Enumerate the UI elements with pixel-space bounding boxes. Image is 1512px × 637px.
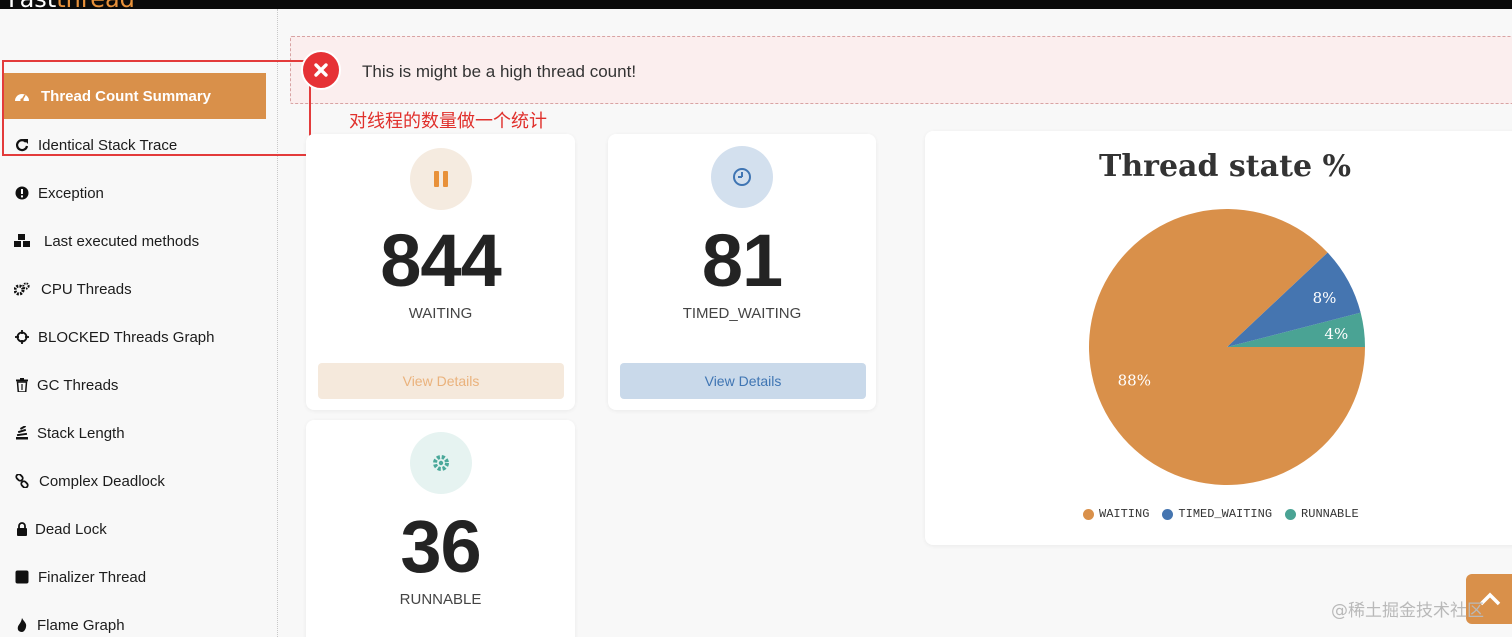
sidebar-item-exception[interactable]: Exception [0,170,278,216]
timed-waiting-card: 81 TIMED_WAITING View Details [608,134,876,410]
sidebar-item-gc-threads[interactable]: GC Threads [0,362,278,408]
sidebar-item-label: Flame Graph [37,616,125,634]
sidebar-item-label: Last executed methods [44,232,200,250]
thread-state-chart-card: Thread state % 4% 8% 88% WAITING TIMED_WAI… [925,131,1512,545]
sidebar-item-label: Dead Lock [35,520,107,538]
square-icon [12,567,32,587]
annotation-text: 对线程的数量做一个统计 [349,111,547,132]
exclamation-circle-icon [12,183,32,203]
pie-slice-label: 4% [1324,325,1348,343]
legend-swatch [1083,508,1094,520]
timed-waiting-view-details-button[interactable]: View Details [620,363,866,399]
runnable-count: 36 [400,505,481,588]
close-circle-icon[interactable] [301,50,341,90]
pause-icon [410,148,472,210]
annotation-highlight-box [2,60,311,156]
waiting-view-details-button[interactable]: View Details [318,363,564,399]
fire-icon [12,615,32,635]
sidebar-item-label: Exception [38,184,104,202]
legend-label: TIMED_WAITING [1178,507,1273,521]
sidebar-item-label: GC Threads [37,376,119,394]
sidebar-item-complex-deadlock[interactable]: Complex Deadlock [0,458,278,504]
alert-banner: This is might be a high thread count! [290,36,1512,104]
alert-text: This is might be a high thread count! [362,62,637,81]
legend-label: RUNNABLE [1301,507,1359,521]
pie-slice-waiting[interactable] [1089,209,1365,485]
sidebar-item-stack-length[interactable]: Stack Length [0,410,278,456]
legend-item-waiting[interactable]: WAITING [1083,507,1149,521]
legend-swatch [1285,508,1297,520]
legend-item-runnable[interactable]: RUNNABLE [1285,507,1359,521]
chart-legend: WAITING TIMED_WAITING RUNNABLE [1083,507,1372,521]
legend-swatch [1162,508,1174,520]
sidebar-item-cpu-threads[interactable]: CPU Threads [0,266,278,312]
sidebar-item-dead-lock[interactable]: Dead Lock [0,506,278,552]
gear-icon [410,432,472,494]
link-icon [12,471,32,491]
sidebar-item-label: Complex Deadlock [39,472,165,490]
trash-icon [12,375,32,395]
watermark: @稀土掘金技术社区 [1331,601,1484,621]
sidebar-item-label: Finalizer Thread [38,568,147,586]
timed-waiting-label: TIMED_WAITING [682,305,802,322]
waiting-card: 844 WAITING View Details [306,134,575,410]
sidebar-item-finalizer-thread[interactable]: Finalizer Thread [0,554,278,600]
pie-slice-label: 8% [1313,289,1337,307]
sidebar-item-label: CPU Threads [41,280,132,298]
runnable-label: RUNNABLE [399,591,482,608]
cogs-icon [12,279,32,299]
pie-slice-label: 88% [1118,372,1151,390]
lock-icon [12,519,32,539]
sidebar-item-label: Stack Length [37,424,125,442]
cubes-icon [12,231,32,251]
sidebar-item-blocked-threads-graph[interactable]: BLOCKED Threads Graph [0,314,278,360]
waiting-count: 844 [380,219,501,302]
legend-label: WAITING [1099,507,1150,521]
stack-icon [12,423,32,443]
sidebar-item-label: BLOCKED Threads Graph [38,328,215,346]
clock-icon [711,146,773,208]
crosshairs-icon [12,327,32,347]
sidebar-item-last-executed-methods[interactable]: Last executed methods [0,218,278,264]
sidebar-item-flame-graph[interactable]: Flame Graph [0,602,278,637]
timed-waiting-count: 81 [701,219,783,302]
app-logo[interactable]: Fastthread [8,0,135,9]
runnable-card: 36 RUNNABLE [306,420,575,637]
pie-chart: 4% 8% 88% [1089,209,1365,485]
legend-item-timed-waiting[interactable]: TIMED_WAITING [1162,507,1272,521]
top-navbar: Fastthread [0,0,1512,9]
waiting-label: WAITING [408,305,473,322]
